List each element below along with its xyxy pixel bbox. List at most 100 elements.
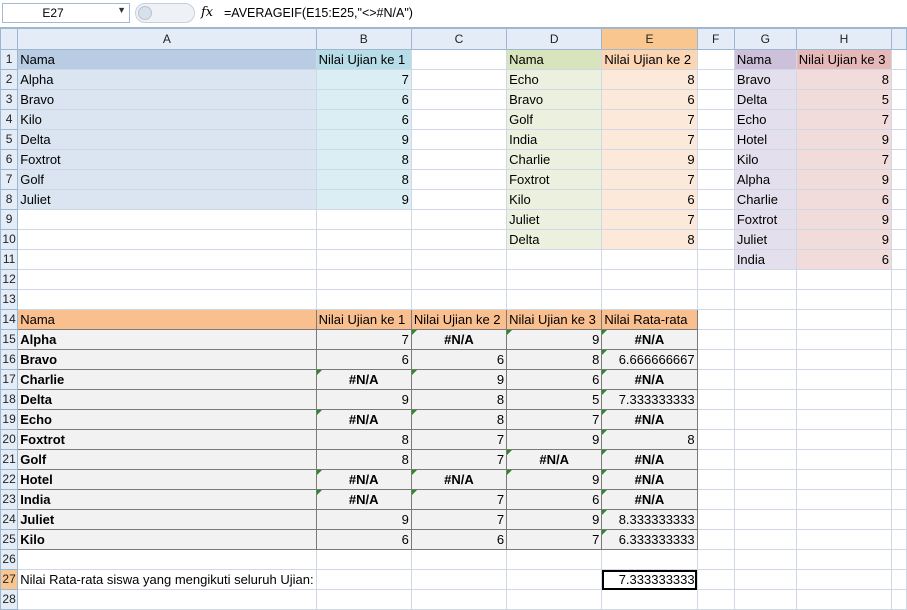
cell-C22[interactable]: #N/A — [410, 469, 508, 490]
cell-D14[interactable]: Nilai Ujian ke 3 — [506, 309, 603, 330]
row-header-2[interactable]: 2 — [0, 69, 19, 90]
cell-C23[interactable]: 7 — [410, 489, 508, 510]
cell-F3[interactable] — [696, 89, 735, 110]
row-header-22[interactable]: 22 — [0, 469, 19, 490]
cell-G9[interactable]: Foxtrot — [733, 209, 797, 230]
cell-H25[interactable] — [795, 529, 893, 550]
cell-E23[interactable]: #N/A — [601, 489, 698, 510]
cell-A26[interactable] — [17, 549, 317, 570]
cell-D23[interactable]: 6 — [506, 489, 603, 510]
cell-F21[interactable] — [696, 449, 735, 470]
cell-F4[interactable] — [696, 109, 735, 130]
cell-B3[interactable]: 6 — [315, 89, 412, 110]
cell-A12[interactable] — [17, 269, 317, 290]
cell-A2[interactable]: Alpha — [17, 69, 317, 90]
cell-G7[interactable]: Alpha — [733, 169, 797, 190]
cell-E8[interactable]: 6 — [601, 189, 698, 210]
cell-A25[interactable]: Kilo — [17, 529, 317, 550]
cell-F19[interactable] — [696, 409, 735, 430]
cell-H3[interactable]: 5 — [795, 89, 893, 110]
cell-B1[interactable]: Nilai Ujian ke 1 — [315, 49, 412, 70]
cell-A11[interactable] — [17, 249, 317, 270]
cell-D6[interactable]: Charlie — [506, 149, 603, 170]
cell-I12[interactable] — [891, 269, 907, 290]
cell-D21[interactable]: #N/A — [506, 449, 603, 470]
cell-E5[interactable]: 7 — [601, 129, 698, 150]
cell-G11[interactable]: India — [733, 249, 797, 270]
cell-I1[interactable] — [891, 49, 907, 70]
row-header-26[interactable]: 26 — [0, 549, 19, 570]
cell-H5[interactable]: 9 — [795, 129, 893, 150]
cell-B27[interactable] — [315, 569, 412, 590]
row-header-9[interactable]: 9 — [0, 209, 19, 230]
cell-G16[interactable] — [733, 349, 797, 370]
cell-A24[interactable]: Juliet — [17, 509, 317, 530]
cell-C13[interactable] — [410, 289, 508, 310]
cell-D4[interactable]: Golf — [506, 109, 603, 130]
cell-B18[interactable]: 9 — [315, 389, 412, 410]
row-header-19[interactable]: 19 — [0, 409, 19, 430]
cell-C8[interactable] — [410, 189, 508, 210]
cell-G12[interactable] — [733, 269, 797, 290]
cell-I2[interactable] — [891, 69, 907, 90]
cell-G25[interactable] — [733, 529, 797, 550]
cell-C3[interactable] — [410, 89, 508, 110]
cell-H22[interactable] — [795, 469, 893, 490]
formula-input[interactable]: =AVERAGEIF(E15:E25,"<>#N/A") — [224, 6, 413, 20]
cell-A21[interactable]: Golf — [17, 449, 317, 470]
cell-H19[interactable] — [795, 409, 893, 430]
cell-C11[interactable] — [410, 249, 508, 270]
cell-B24[interactable]: 9 — [315, 509, 412, 530]
spreadsheet-grid[interactable]: A B C D E F G H 1 Nama Nilai Ujian ke 1 Nama Nilai U… — [0, 28, 907, 610]
cell-C26[interactable] — [410, 549, 508, 570]
cell-I5[interactable] — [891, 129, 907, 150]
cell-E13[interactable] — [601, 289, 698, 310]
cell-D20[interactable]: 9 — [506, 429, 603, 450]
cell-B11[interactable] — [315, 249, 412, 270]
cell-F23[interactable] — [696, 489, 735, 510]
cell-G6[interactable]: Kilo — [733, 149, 797, 170]
cell-D8[interactable]: Kilo — [506, 189, 603, 210]
cell-B2[interactable]: 7 — [315, 69, 412, 90]
cell-D3[interactable]: Bravo — [506, 89, 603, 110]
cell-E11[interactable] — [601, 249, 698, 270]
cell-G21[interactable] — [733, 449, 797, 470]
cell-B19[interactable]: #N/A — [315, 409, 412, 430]
cell-C10[interactable] — [410, 229, 508, 250]
cell-C7[interactable] — [410, 169, 508, 190]
row-header-21[interactable]: 21 — [0, 449, 19, 470]
cell-C4[interactable] — [410, 109, 508, 130]
cell-G24[interactable] — [733, 509, 797, 530]
cell-F24[interactable] — [696, 509, 735, 530]
cell-E12[interactable] — [601, 269, 698, 290]
cell-I28[interactable] — [891, 589, 907, 610]
row-header-28[interactable]: 28 — [0, 589, 19, 610]
cell-H20[interactable] — [795, 429, 893, 450]
cell-H8[interactable]: 6 — [795, 189, 893, 210]
cell-C12[interactable] — [410, 269, 508, 290]
cell-I24[interactable] — [891, 509, 907, 530]
cell-A13[interactable] — [17, 289, 317, 310]
row-header-24[interactable]: 24 — [0, 509, 19, 530]
cell-I22[interactable] — [891, 469, 907, 490]
cell-F26[interactable] — [696, 549, 735, 570]
cell-E4[interactable]: 7 — [601, 109, 698, 130]
cell-E15[interactable]: #N/A — [601, 329, 698, 350]
cell-E27[interactable]: 7.333333333 — [601, 569, 698, 590]
cell-A23[interactable]: India — [17, 489, 317, 510]
row-header-3[interactable]: 3 — [0, 89, 19, 110]
worksheet-table[interactable]: A B C D E F G H 1 Nama Nilai Ujian ke 1 Nama Nilai U… — [0, 28, 907, 610]
cell-G26[interactable] — [733, 549, 797, 570]
cell-H4[interactable]: 7 — [795, 109, 893, 130]
cell-A4[interactable]: Kilo — [17, 109, 317, 130]
cell-A8[interactable]: Juliet — [17, 189, 317, 210]
column-header-c[interactable]: C — [410, 28, 508, 50]
cell-E10[interactable]: 8 — [601, 229, 698, 250]
column-header-g[interactable]: G — [733, 28, 797, 50]
cell-I8[interactable] — [891, 189, 907, 210]
cell-I23[interactable] — [891, 489, 907, 510]
cell-A16[interactable]: Bravo — [17, 349, 317, 370]
cell-F9[interactable] — [696, 209, 735, 230]
cell-I9[interactable] — [891, 209, 907, 230]
cell-G18[interactable] — [733, 389, 797, 410]
